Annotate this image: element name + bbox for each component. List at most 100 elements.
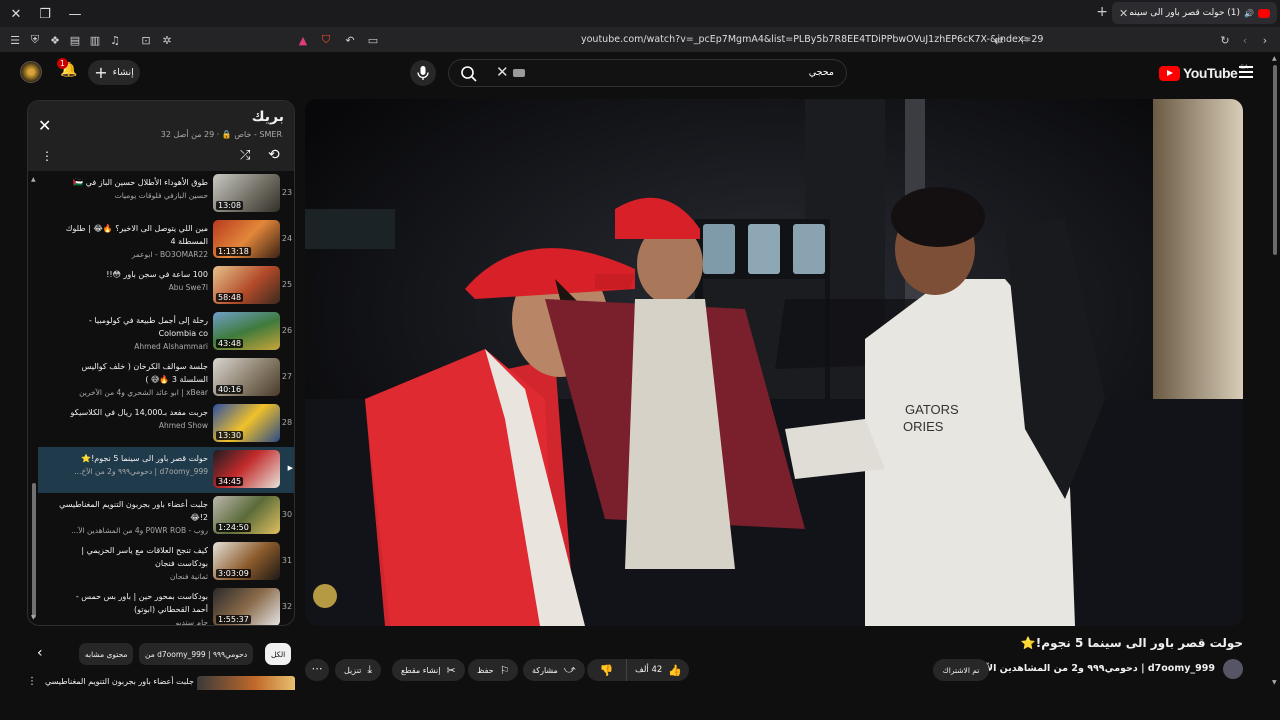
browser-tab[interactable]: 🔊 (1) حولت قصر باور الى سينما 5 ✕ <box>1112 2 1277 24</box>
video-thumbnail[interactable]: 1:55:37 <box>213 588 280 625</box>
bookmark-icon[interactable]: ⚐ <box>1017 32 1033 48</box>
playlist-title[interactable]: بريك <box>252 109 284 125</box>
video-thumbnail[interactable]: 13:08 <box>213 174 280 212</box>
chevron-left-icon[interactable]: ‹ <box>37 645 43 661</box>
item-title[interactable]: رحلة إلى أجمل طبيعة في كولومبيا - Colomb… <box>58 314 208 340</box>
playlist-item[interactable]: 25 58:48 100 ساعة في سجن باور 😳!! Abu Sw… <box>38 263 294 309</box>
video-thumbnail[interactable]: 13:30 <box>213 404 280 442</box>
chip-from-channel[interactable]: من d7oomy_999 | دحومي٩٩٩ <box>139 643 254 665</box>
close-playlist-icon[interactable]: ✕ <box>38 116 51 135</box>
item-menu-icon[interactable]: ⋮ <box>27 676 37 687</box>
item-channel: BO3OMAR22 - ابوعمر <box>131 250 208 259</box>
panel-icon[interactable]: ▥ <box>87 32 103 48</box>
video-thumbnail[interactable]: 34:45 <box>213 450 280 488</box>
clip-button[interactable]: ✂ إنشاء مقطع <box>392 659 465 681</box>
recommended-item[interactable]: ⋮ جلبت أعضاء باور بجربون التنويم المغناط… <box>27 676 295 690</box>
item-title[interactable]: كيف تنجح العلاقات مع ياسر الحزيمي | بودك… <box>58 544 208 570</box>
item-title[interactable]: بودكاست بمحور حين | باور بس حمس - أحمد ا… <box>58 590 208 616</box>
recommended-thumbnail[interactable] <box>197 676 295 690</box>
item-title[interactable]: 100 ساعة في سجن باور 😳!! <box>58 268 208 281</box>
dislike-button[interactable]: 👎 <box>587 659 627 681</box>
back-icon[interactable]: ‹ <box>1237 32 1253 48</box>
video-player[interactable]: GATORS ORIES <box>305 99 1243 626</box>
chip-related[interactable]: محتوى مشابه <box>79 643 134 665</box>
page-scroll-thumb[interactable] <box>1273 65 1277 255</box>
playlist-item[interactable]: 28 13:30 جربت مفعد بـ14,000 ريال في الكل… <box>38 401 294 447</box>
search-icon[interactable] <box>460 65 478 83</box>
like-button[interactable]: 👍 42 ألف <box>628 659 689 681</box>
extensions-icon[interactable]: ✲ <box>159 32 175 48</box>
item-title[interactable]: طوق الأهوداء الأطلال حسين الباز في 🇵🇸 <box>58 176 208 189</box>
minimize-window-icon[interactable]: — <box>65 4 85 24</box>
item-index: 32 <box>281 602 293 611</box>
sidebar-menu-icon[interactable]: ☰ <box>7 32 23 48</box>
item-title[interactable]: جربت مفعد بـ14,000 ريال في الكلاسيكو <box>58 406 208 419</box>
video-thumbnail[interactable]: 1:24:50 <box>213 496 280 534</box>
tabs-icon[interactable]: ▤ <box>67 32 83 48</box>
playlist-item[interactable]: 24 1:13:18 مين اللي يتوصل الى الاخير؟ 🔥😂… <box>38 217 294 263</box>
shield-icon[interactable]: ⛨ <box>27 32 43 48</box>
layers-icon[interactable]: ❖ <box>47 32 63 48</box>
more-options-icon[interactable]: ⋮ <box>41 149 53 163</box>
tab-close-icon[interactable]: ✕ <box>1119 7 1128 20</box>
keyboard-icon[interactable] <box>513 69 525 77</box>
subscribed-button[interactable]: تم الاشتراك <box>933 659 989 681</box>
close-window-icon[interactable]: ✕ <box>6 4 26 24</box>
playlist-item-current[interactable]: ▶ 34:45 حولت قصر باور الى سينما 5 نجوم!⭐… <box>38 447 294 493</box>
aria-icon[interactable]: ▲ <box>295 32 311 48</box>
screenshot-icon[interactable]: ⊡ <box>138 32 154 48</box>
new-tab-button[interactable]: + <box>1096 4 1108 20</box>
download-button[interactable]: ⤓ تنزيل <box>335 659 382 681</box>
item-index: 23 <box>281 188 293 197</box>
item-title[interactable]: جلسة سوالف الكرخان ( خلف كواليس السلسلة … <box>58 360 208 386</box>
video-frame: GATORS ORIES <box>305 99 1243 626</box>
playlist-item[interactable]: 32 1:55:37 بودكاست بمحور حين | باور بس ح… <box>38 585 294 625</box>
scroll-down-icon[interactable]: ▼ <box>1272 679 1277 686</box>
youtube-logo[interactable]: YouTube SA <box>1159 64 1248 81</box>
chip-all[interactable]: الكل <box>265 643 292 665</box>
video-thumbnail[interactable]: 3:03:09 <box>213 542 280 580</box>
playlist-item[interactable]: 23 13:08 طوق الأهوداء الأطلال حسين الباز… <box>38 171 294 217</box>
guide-menu-icon[interactable] <box>1239 66 1253 78</box>
recommended-title[interactable]: جلبت أعضاء باور بجربون التنويم المغناطيس… <box>45 677 194 686</box>
channel-avatar[interactable] <box>1223 659 1243 679</box>
back-history-icon[interactable]: ↶ <box>342 32 358 48</box>
cast-icon[interactable]: ▭ <box>365 32 381 48</box>
video-thumbnail[interactable]: 40:16 <box>213 358 280 396</box>
playlist-item[interactable]: 31 3:03:09 كيف تنجح العلاقات مع ياسر الح… <box>38 539 294 585</box>
playlist-item[interactable]: 30 1:24:50 جلبت أعضاء باور بجربون التنوي… <box>38 493 294 539</box>
voice-search-button[interactable] <box>410 60 436 86</box>
forward-icon[interactable]: › <box>1257 32 1273 48</box>
clear-search-icon[interactable]: ✕ <box>496 63 509 81</box>
item-title[interactable]: حولت قصر باور الى سينما 5 نجوم!⭐ <box>58 452 208 465</box>
channel-name[interactable]: d7oomy_999 | دحومي٩٩٩ و2 من المشاهدين ال… <box>961 663 1215 674</box>
more-actions-icon[interactable]: ⋯ <box>305 659 329 681</box>
restore-window-icon[interactable]: ❐ <box>35 4 55 24</box>
loop-icon[interactable]: ⟲ <box>268 147 280 163</box>
speaker-icon[interactable]: 🔊 <box>1244 9 1254 18</box>
music-icon[interactable]: ♫ <box>107 32 123 48</box>
video-thumbnail[interactable]: 58:48 <box>213 266 280 304</box>
item-title[interactable]: جلبت أعضاء باور بجربون التنويم المغناطيس… <box>58 498 208 524</box>
account-avatar[interactable] <box>20 61 42 83</box>
shuffle-icon[interactable]: ⤮ <box>240 148 250 163</box>
scroll-up-icon[interactable]: ▲ <box>1272 55 1277 62</box>
brave-shield-icon[interactable]: ⛉ <box>318 32 334 48</box>
youtube-wordmark: YouTube <box>1183 65 1238 81</box>
search-box[interactable]: ✕ محجي <box>448 59 847 87</box>
playlist-item[interactable]: 27 40:16 جلسة سوالف الكرخان ( خلف كواليس… <box>38 355 294 401</box>
video-thumbnail[interactable]: 1:13:18 <box>213 220 280 258</box>
save-button[interactable]: ⚐ حفظ <box>468 659 519 681</box>
item-title[interactable]: مين اللي يتوصل الى الاخير؟ 🔥😂 | طلوك الم… <box>58 222 208 248</box>
page-scrollbar[interactable]: ▲ ▼ <box>1270 53 1280 693</box>
notifications-bell-icon[interactable]: 🔔 1 <box>57 58 79 82</box>
playlist-item[interactable]: 26 43:48 رحلة إلى أجمل طبيعة في كولومبيا… <box>38 309 294 355</box>
create-button[interactable]: + إنشاء <box>88 60 140 85</box>
reload-icon[interactable]: ↻ <box>1217 32 1233 48</box>
site-settings-icon[interactable]: ⇄ <box>991 32 1007 48</box>
duration-badge: 1:13:18 <box>216 247 251 256</box>
address-bar[interactable]: youtube.com/watch?v=_pcEp7MgmA4&list=PLB… <box>581 34 1043 45</box>
share-button[interactable]: ⤻ مشاركة <box>523 659 585 681</box>
video-thumbnail[interactable]: 43:48 <box>213 312 280 350</box>
search-input[interactable]: محجي <box>809 67 834 78</box>
